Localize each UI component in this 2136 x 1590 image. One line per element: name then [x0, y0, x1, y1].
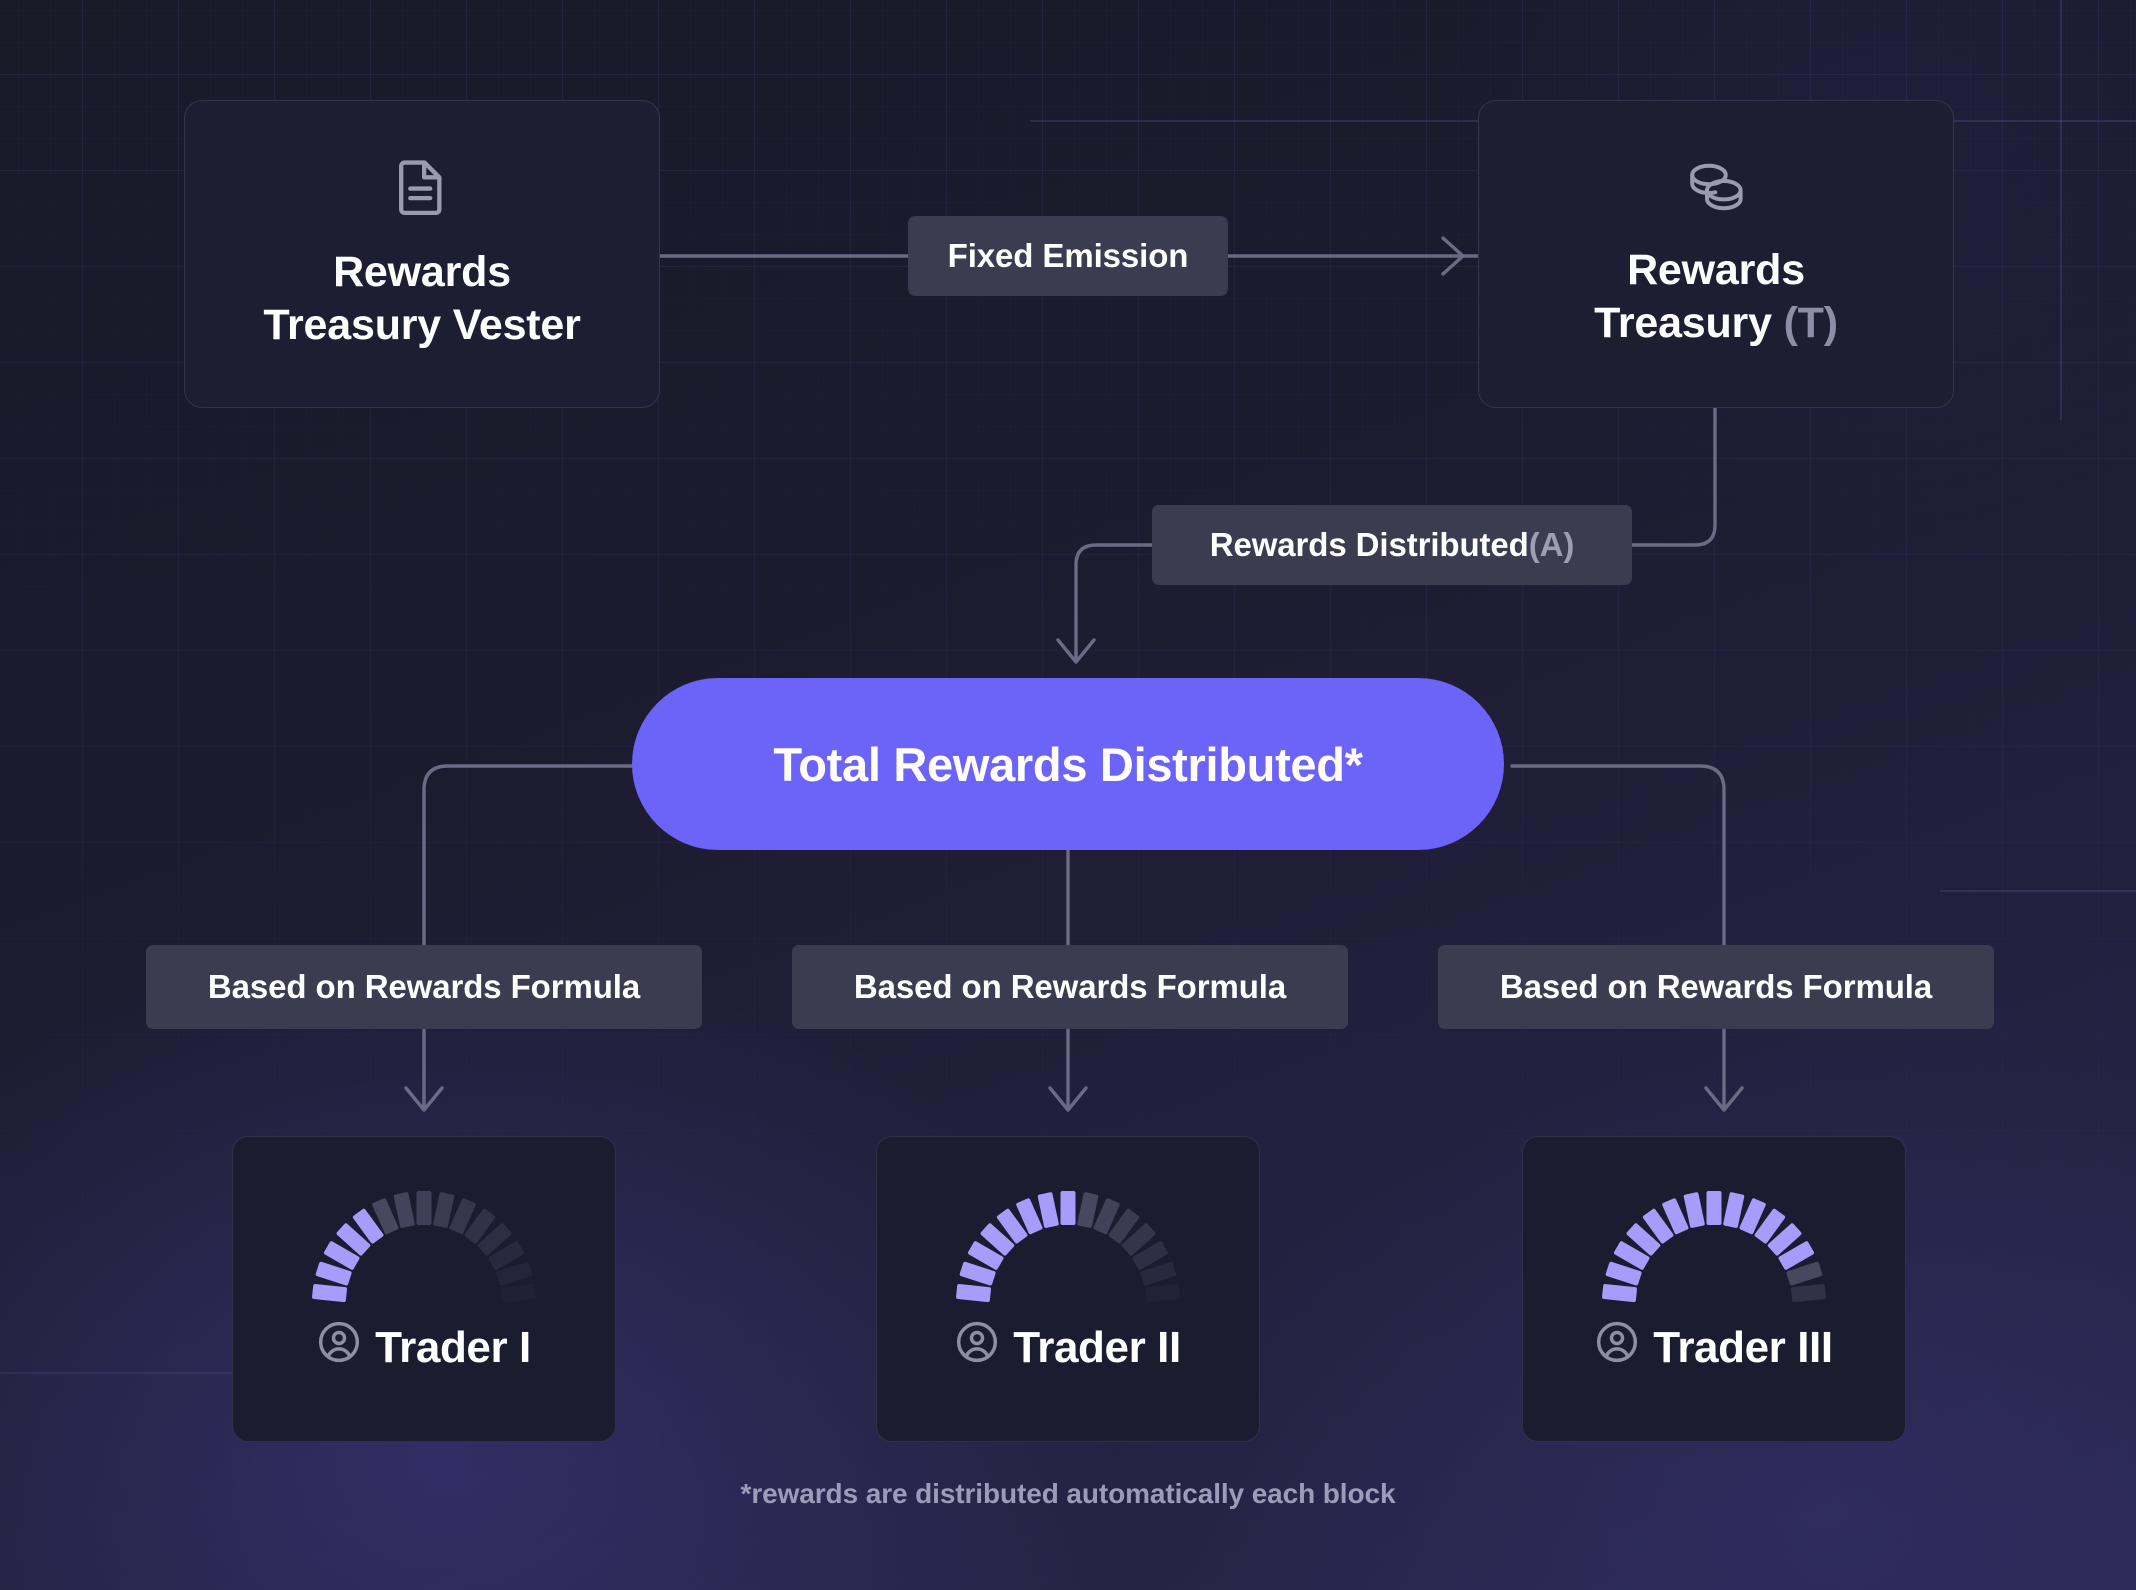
arrowhead-trader-3	[1704, 1086, 1744, 1112]
formula-2-text: Based on Rewards Formula	[853, 968, 1287, 1005]
gauge-trader-3	[1564, 1149, 1864, 1314]
coins-icon	[1685, 159, 1747, 220]
edge-label-formula-3: Based on Rewards Formula	[1438, 945, 1994, 1029]
rewards-distributed-text: Rewards Distributed	[1209, 526, 1529, 563]
node-rewards-treasury-vester[interactable]: Rewards Treasury Vester	[184, 100, 660, 408]
accent-grid-line-mid-right	[1940, 890, 2136, 892]
trader-1-name: Trader I	[375, 1322, 531, 1372]
fixed-emission-text: Fixed Emission	[947, 237, 1189, 274]
document-icon	[396, 157, 448, 220]
node-trader-1[interactable]: Trader I	[232, 1136, 616, 1442]
formula-3-text: Based on Rewards Formula	[1499, 968, 1933, 1005]
arrowhead-rewards-distributed	[1056, 638, 1096, 664]
treasury-title-line2: Treasury (T)	[1594, 297, 1838, 349]
vester-title-line1: Rewards	[333, 248, 511, 297]
user-circle-icon	[317, 1320, 361, 1375]
accent-grid-line-right	[2060, 0, 2062, 420]
edge-label-formula-2: Based on Rewards Formula	[792, 945, 1348, 1029]
node-trader-2[interactable]: Trader II	[876, 1136, 1260, 1442]
edge-label-formula-1: Based on Rewards Formula	[146, 945, 702, 1029]
treasury-title-line2-text: Treasury	[1594, 298, 1784, 347]
trader-3-name: Trader III	[1653, 1322, 1833, 1372]
wire-total-to-trader-1	[422, 764, 638, 947]
treasury-symbol: (T)	[1783, 298, 1839, 347]
trader-2-name: Trader II	[1013, 1322, 1181, 1372]
wire-total-to-trader-3	[1510, 764, 1726, 947]
total-rewards-label: Total Rewards Distributed*	[773, 737, 1363, 791]
user-circle-icon	[955, 1320, 999, 1375]
node-total-rewards-distributed[interactable]: Total Rewards Distributed*	[632, 678, 1504, 850]
diagram-canvas: .w{fill:none;stroke:#6b6b86;stroke-width…	[0, 0, 2136, 1590]
gauge-trader-1	[274, 1149, 574, 1314]
formula-1-text: Based on Rewards Formula	[207, 968, 641, 1005]
vester-title-line2: Treasury Vester	[263, 300, 581, 349]
arrowhead-trader-2	[1048, 1086, 1088, 1112]
edge-label-rewards-distributed: Rewards Distributed (A)	[1152, 505, 1632, 585]
footnote: *rewards are distributed automatically e…	[0, 1478, 2136, 1510]
gauge-trader-2	[918, 1149, 1218, 1314]
treasury-title-line1: Rewards	[1627, 246, 1805, 295]
edge-label-fixed-emission: Fixed Emission	[908, 216, 1228, 296]
arrowhead-trader-1	[404, 1086, 444, 1112]
node-trader-3[interactable]: Trader III	[1522, 1136, 1906, 1442]
rewards-distributed-symbol: (A)	[1528, 526, 1575, 563]
user-circle-icon	[1595, 1320, 1639, 1375]
arrowhead-fixed-emission	[1441, 236, 1465, 276]
node-rewards-treasury[interactable]: Rewards Treasury (T)	[1478, 100, 1954, 408]
footnote-text: *rewards are distributed automatically e…	[740, 1478, 1396, 1509]
